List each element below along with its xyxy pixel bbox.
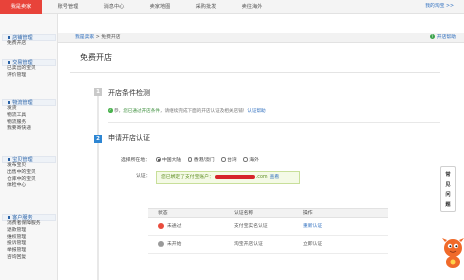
step-connector-line (97, 93, 99, 280)
radio-icon[interactable] (187, 157, 193, 162)
sidebar-item-reviews[interactable]: 评价管理 (2, 73, 56, 80)
divider (108, 122, 440, 123)
nav-tab-account[interactable]: 账号管理 (46, 0, 90, 14)
nav-tab-seller[interactable]: 我是卖家 (0, 0, 42, 14)
square-icon (8, 216, 11, 219)
x-circle-icon: × (158, 222, 164, 234)
sidebar-item-ship[interactable]: 发货 (2, 106, 56, 113)
square-icon (8, 61, 11, 64)
cert-label: 认证： (136, 174, 151, 179)
radio-icon[interactable] (221, 157, 226, 162)
location-option-taiwan[interactable]: 台湾 (221, 156, 237, 163)
status-cell: ×未通过 (158, 222, 182, 234)
status-cell: i未开始 (158, 236, 181, 254)
sidebar-section-title[interactable]: 交易管理 (2, 59, 56, 66)
info-icon: i (158, 240, 164, 252)
step-number-badge: 2 (94, 135, 102, 143)
radio-selected-icon[interactable] (156, 157, 161, 162)
step1-title: 开店条件检测 (108, 89, 150, 97)
step1-message: ✓ 恭，您已通过开店条件，请继续完成下面的开店认证及相关店铺！认证帮助 (108, 108, 266, 114)
nav-tab-overseas[interactable]: 卖往海外 (230, 0, 274, 14)
divider (70, 72, 440, 73)
sidebar-item-publish[interactable]: 发布宝贝 (2, 163, 56, 170)
my-taobao-link[interactable]: 我的淘宝 >> (425, 0, 454, 14)
sidebar-item-health-check[interactable]: 体检中心 (2, 183, 56, 190)
name-cell: 支付宝实名认证 (234, 224, 268, 229)
sidebar-item-refunds[interactable]: 退款管理 (2, 228, 56, 235)
breadcrumb-bar: 我是卖家 > 免费开店 ? 开店帮助 (58, 33, 464, 43)
table-header: 状态 认证名称 操作 (148, 208, 388, 218)
faq-side-tab[interactable]: 常 见 问 题 (440, 166, 456, 212)
certification-table: 状态 认证名称 操作 ×未通过 支付宝实名认证 重新认证 i未开始 淘宝开店认证… (148, 208, 388, 254)
sidebar-section-service: 客户服务 消费者保障服务 退款管理 维权管理 投诉管理 举报管理 咨询回复 (2, 214, 56, 262)
sidebar-section-title[interactable]: 物流管理 (2, 99, 56, 106)
breadcrumb-current: 免费开店 (101, 35, 121, 40)
sidebar-item-protection[interactable]: 消费者保障服务 (2, 221, 56, 228)
sidebar-section-title[interactable]: 客户服务 (2, 214, 56, 221)
location-radio-group: 中国大陆 香港/澳门 台湾 海外 (156, 156, 264, 163)
table-row: ×未通过 支付宝实名认证 重新认证 (148, 218, 388, 236)
sidebar-section-trade: 交易管理 已卖出的宝贝 评价管理 (2, 59, 56, 80)
redacted-account (214, 174, 255, 179)
recertify-link[interactable]: 重新认证 (303, 218, 322, 236)
square-icon (8, 101, 11, 104)
sidebar-section-title[interactable]: 店铺管理 (2, 34, 56, 41)
square-icon (8, 36, 11, 39)
step2-title: 申请开店认证 (108, 134, 150, 142)
location-label: 选择所在地： (121, 158, 150, 163)
sidebar-item-free-open[interactable]: 免费开店 (2, 41, 56, 48)
mascot-icon[interactable] (440, 232, 464, 272)
sidebar-item-logistics-tools[interactable]: 物流工具 (2, 113, 56, 120)
location-option-overseas[interactable]: 海外 (243, 156, 259, 163)
sidebar-section-logistics: 物流管理 发货 物流工具 物流服务 我要寄快递 (2, 99, 56, 133)
sidebar-section-shop: 店铺管理 免费开店 (2, 34, 56, 48)
square-icon (8, 158, 11, 161)
alipay-binding-notice: 您已绑定了支付宝账户： .com 查看 (156, 171, 300, 184)
sidebar-item-on-sale[interactable]: 出售中的宝贝 (2, 170, 56, 177)
sidebar-item-reports[interactable]: 举报管理 (2, 248, 56, 255)
top-nav: 我是卖家 账号管理 消息中心 卖家地图 采购批发 卖往海外 我的淘宝 >> (0, 0, 464, 14)
help-icon: ? (429, 34, 435, 39)
name-cell: 淘宝开店认证 (234, 242, 263, 247)
page-title: 免费开店 (80, 53, 112, 62)
sidebar-item-sold[interactable]: 已卖出的宝贝 (2, 66, 56, 73)
check-circle-icon: ✓ (108, 108, 113, 113)
nav-tab-wholesale[interactable]: 采购批发 (184, 0, 228, 14)
location-option-hk-macau[interactable]: 香港/澳门 (187, 156, 215, 163)
view-link[interactable]: 查看 (270, 175, 280, 180)
table-row: i未开始 淘宝开店认证 立即认证 (148, 236, 388, 254)
sidebar-item-express[interactable]: 我要寄快递 (2, 126, 56, 133)
nav-tab-messages[interactable]: 消息中心 (92, 0, 136, 14)
cert-help-link[interactable]: 认证帮助 (247, 109, 265, 114)
sidebar-section-title[interactable]: 宝贝管理 (2, 156, 56, 163)
step-number-badge: 1 (94, 88, 102, 96)
breadcrumb: 我是卖家 > 免费开店 (75, 33, 120, 43)
sidebar-item-inquiry-reply[interactable]: 咨询回复 (2, 255, 56, 262)
sidebar: 店铺管理 免费开店 交易管理 已卖出的宝贝 评价管理 物流管理 发货 物流工具 … (0, 14, 58, 280)
certify-now-link[interactable]: 立即认证 (303, 236, 322, 254)
breadcrumb-root-link[interactable]: 我是卖家 (75, 35, 94, 40)
radio-icon[interactable] (243, 157, 248, 162)
nav-tab-seller-map[interactable]: 卖家地图 (138, 0, 182, 14)
sidebar-section-items: 宝贝管理 发布宝贝 出售中的宝贝 仓库中的宝贝 体检中心 (2, 156, 56, 190)
location-option-mainland[interactable]: 中国大陆 (156, 156, 181, 163)
help-link[interactable]: ? 开店帮助 (429, 33, 456, 43)
